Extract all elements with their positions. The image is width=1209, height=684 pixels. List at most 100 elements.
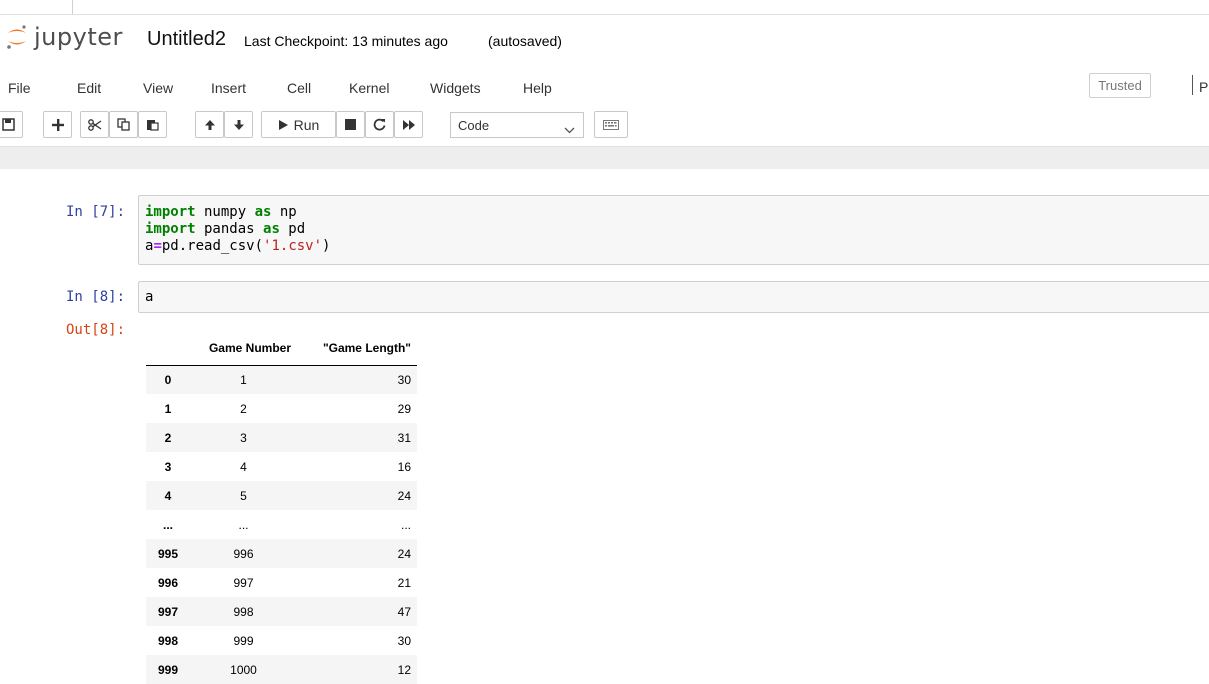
table-cell: 1000 [230,662,257,677]
code-token: as [263,221,280,237]
menu-help[interactable]: Help [523,80,552,96]
chevron-down-icon [564,121,575,139]
table-cell: 24 [397,546,411,561]
code-token: import [145,221,196,237]
row-index: 997 [157,604,179,619]
paste-button[interactable] [138,111,167,138]
table-cell: 5 [240,488,247,503]
column-header: "Game Length" [297,332,417,366]
table-cell: 997 [233,575,254,590]
table-cell: 21 [397,575,411,590]
menu-kernel[interactable]: Kernel [349,80,389,96]
row-index: 999 [157,662,179,677]
keyboard-icon [603,119,619,130]
move-cell-up-button[interactable] [195,111,224,138]
toolbar-bottom-strip [0,146,1209,169]
restart-run-all-button[interactable] [394,111,423,138]
table-cell: 29 [397,401,411,416]
table-cell: 4 [240,459,247,474]
row-index: 2 [164,430,172,445]
copy-button[interactable] [109,111,138,138]
kernel-name-clipped[interactable]: P [1199,79,1208,95]
table-row: 2 3 31 [146,423,417,452]
run-button[interactable]: Run [261,111,336,138]
insert-cell-button[interactable] [43,111,72,138]
checkpoint-status: Last Checkpoint: 13 minutes ago [244,33,448,49]
restart-icon [373,118,386,131]
row-index: 4 [164,488,172,503]
play-icon [278,119,289,131]
table-row: ......... [146,510,417,539]
code-token: pd [279,221,306,237]
column-header: Game Number [190,332,297,366]
table-cell: ... [238,517,249,532]
menu-cell[interactable]: Cell [287,80,311,96]
arrow-up-icon [204,119,216,131]
dataframe-table: Game Number "Game Length" 0 1 30 1 2 29 2 3 31 3 4… [146,332,417,684]
browser-top-edge [0,0,1209,15]
cell-type-value: Code [458,118,490,133]
row-index: 1 [164,401,172,416]
table-cell: 24 [397,488,411,503]
command-palette-button[interactable] [594,111,628,138]
plus-icon [51,118,64,131]
code-token: import [145,204,196,220]
menu-insert[interactable]: Insert [211,80,246,96]
menu-widgets[interactable]: Widgets [430,80,481,96]
jupyter-logo-icon [6,24,28,50]
table-cell: 996 [233,546,254,561]
menu-separator [1192,75,1193,95]
table-cell: 31 [397,430,411,445]
table-cell: 3 [240,430,247,445]
table-header-row: Game Number "Game Length" [146,332,417,366]
run-label: Run [293,116,320,133]
column-header [146,332,190,366]
menu-edit[interactable]: Edit [77,80,101,96]
move-cell-down-button[interactable] [224,111,253,138]
table-cell: 2 [240,401,247,416]
cut-button[interactable] [80,111,109,138]
trusted-indicator[interactable]: Trusted [1089,73,1151,98]
arrow-down-icon [233,119,245,131]
menu-view[interactable]: View [143,80,173,96]
input-prompt: In [7]: [66,204,126,220]
table-cell: ... [400,517,411,532]
code-line: a [145,289,153,306]
code-line: import numpy as np [145,204,297,221]
row-index: 996 [157,575,179,590]
output-prompt: Out[8]: [66,322,126,338]
code-token: '1.csv' [263,238,323,254]
code-token: np [271,204,297,220]
table-body: 0 1 30 1 2 29 2 3 31 3 4 16 4 5 24......... 995 996 24 996… [146,365,417,684]
interrupt-kernel-button[interactable] [336,111,365,138]
table-row: 997 998 47 [146,597,417,626]
jupyter-logo-text: jupyter [34,23,123,51]
table-row: 3 4 16 [146,452,417,481]
cell-type-select[interactable]: Code [450,112,584,138]
table-cell: 1 [240,372,247,387]
row-index: 0 [164,372,172,387]
row-index: ... [162,517,173,532]
table-row: 0 1 30 [146,365,417,394]
menu-file[interactable]: File [8,80,31,96]
restart-kernel-button[interactable] [365,111,394,138]
table-cell: 30 [397,372,411,387]
paste-icon [146,118,159,131]
input-prompt: In [8]: [66,289,126,305]
jupyter-logo[interactable]: jupyter [6,24,123,50]
autosave-status: (autosaved) [488,33,562,49]
row-index: 3 [164,459,172,474]
row-index: 995 [157,546,179,561]
cut-icon [87,118,102,131]
code-cell-input[interactable] [138,281,1209,313]
code-token: pd.read_csv( [161,238,264,254]
fast-forward-icon [402,119,416,131]
table-cell: 16 [397,459,411,474]
table-row: 999 1000 12 [146,655,417,684]
menu-bar [0,70,1209,104]
notebook-name[interactable]: Untitled2 [147,27,226,51]
save-button[interactable] [0,111,23,138]
stop-icon [345,119,356,130]
save-icon [2,118,15,131]
table-row: 996 997 21 [146,568,417,597]
